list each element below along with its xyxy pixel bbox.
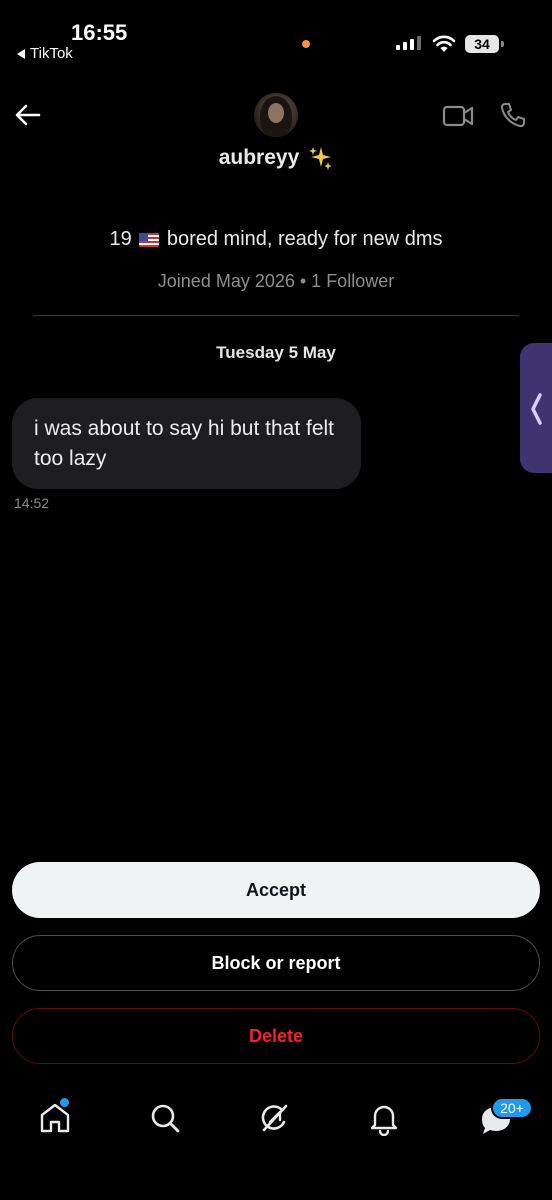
block-or-report-button[interactable]: Block or report — [12, 935, 540, 991]
battery-tip — [501, 41, 504, 47]
back-app-label: TikTok — [30, 45, 73, 62]
battery-indicator: 34 — [465, 35, 499, 53]
chevron-left-icon — [531, 393, 542, 425]
side-panel-handle[interactable] — [520, 343, 552, 473]
divider — [33, 315, 519, 316]
bio-text: bored mind, ready for new dms — [166, 228, 443, 250]
phone-call-icon[interactable] — [499, 101, 527, 129]
search-icon[interactable] — [147, 1100, 183, 1136]
accept-button[interactable]: Accept — [12, 862, 540, 918]
messages-badge: 20+ — [491, 1097, 533, 1119]
joined-info: Joined May 2026 • 1 Follower — [157, 271, 395, 291]
message-bubble[interactable]: i was about to say hi but that felt too … — [12, 398, 361, 489]
home-notification-dot — [60, 1098, 69, 1107]
contact-name-row: aubreyy — [0, 145, 552, 171]
avatar[interactable] — [254, 93, 298, 137]
cellular-signal-icon — [396, 36, 421, 50]
bio-age: 19 — [109, 228, 132, 250]
message-timestamp: 14:52 — [14, 495, 50, 511]
contact-name: aubreyy — [218, 146, 300, 169]
us-flag-icon — [139, 233, 160, 247]
status-time: 16:55 — [71, 20, 128, 45]
sparkles-icon — [309, 147, 333, 170]
video-call-icon[interactable] — [442, 103, 474, 129]
back-arrow-icon[interactable] — [13, 100, 43, 130]
back-triangle-icon — [17, 48, 25, 59]
delete-button[interactable]: Delete — [12, 1008, 540, 1064]
back-to-app-link[interactable]: TikTok — [17, 45, 73, 62]
privacy-indicator-dot — [302, 40, 310, 48]
notifications-icon[interactable] — [366, 1100, 402, 1136]
date-separator: Tuesday 5 May — [216, 343, 336, 362]
grok-icon[interactable] — [256, 1100, 292, 1136]
wifi-icon — [432, 35, 456, 52]
profile-bio: 19 bored mind, ready for new dms — [0, 228, 552, 251]
